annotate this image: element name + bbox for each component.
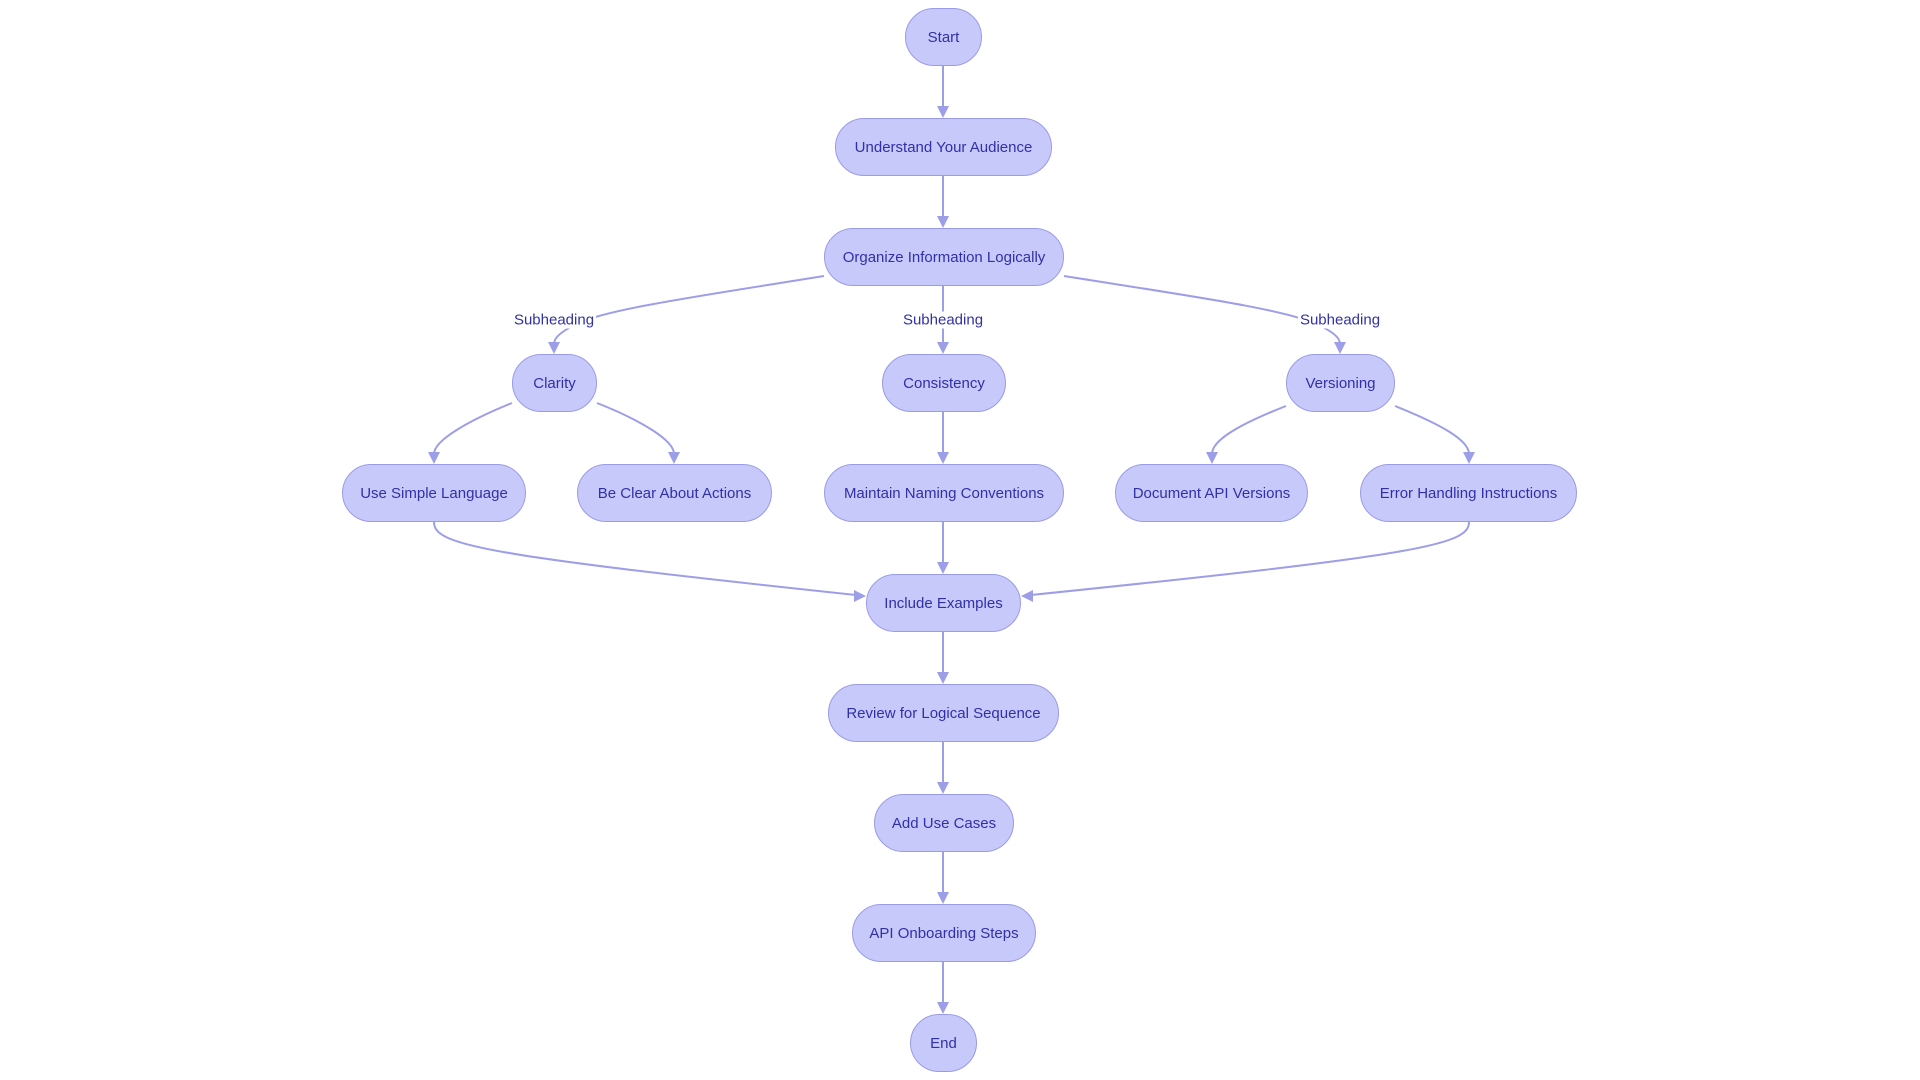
arrowhead-icon xyxy=(937,892,949,904)
edge-clarity-clear xyxy=(596,402,675,455)
flowchart: Start Understand Your Audience Organize In… xyxy=(0,0,1920,1080)
arrowhead-icon xyxy=(1206,452,1218,464)
arrowhead-icon xyxy=(937,782,949,794)
arrowhead-icon xyxy=(548,342,560,354)
arrowhead-icon xyxy=(854,590,866,602)
node-docversions[interactable]: Document API Versions xyxy=(1115,464,1308,522)
node-usecases[interactable]: Add Use Cases xyxy=(874,794,1014,852)
node-organize[interactable]: Organize Information Logically xyxy=(824,228,1064,286)
node-simple[interactable]: Use Simple Language xyxy=(342,464,526,522)
node-clear[interactable]: Be Clear About Actions xyxy=(577,464,772,522)
arrowhead-icon xyxy=(1334,342,1346,354)
arrowhead-icon xyxy=(937,672,949,684)
node-review[interactable]: Review for Logical Sequence xyxy=(828,684,1059,742)
edge-label: Subheading xyxy=(511,311,597,329)
edge-label: Subheading xyxy=(900,311,986,329)
arrowhead-icon xyxy=(937,562,949,574)
edge-simple-examples xyxy=(433,521,857,596)
edge-organize-versioning xyxy=(1063,275,1341,345)
node-end[interactable]: End xyxy=(910,1014,977,1072)
node-clarity[interactable]: Clarity xyxy=(512,354,597,412)
arrowhead-icon xyxy=(937,1002,949,1014)
edge-organize-clarity xyxy=(553,275,825,345)
edge-errors-examples xyxy=(1030,521,1470,596)
arrowhead-icon xyxy=(937,452,949,464)
arrowhead-icon xyxy=(1463,452,1475,464)
arrowhead-icon xyxy=(937,342,949,354)
edge-versioning-docversions xyxy=(1211,405,1287,455)
arrowhead-icon xyxy=(668,452,680,464)
node-start[interactable]: Start xyxy=(905,8,982,66)
edge-clarity-simple xyxy=(433,402,513,455)
node-examples[interactable]: Include Examples xyxy=(866,574,1021,632)
arrowhead-icon xyxy=(937,106,949,118)
node-errors[interactable]: Error Handling Instructions xyxy=(1360,464,1577,522)
arrowhead-icon xyxy=(937,216,949,228)
edge-versioning-errors xyxy=(1394,405,1470,455)
node-naming[interactable]: Maintain Naming Conventions xyxy=(824,464,1064,522)
node-consistency[interactable]: Consistency xyxy=(882,354,1006,412)
node-versioning[interactable]: Versioning xyxy=(1286,354,1395,412)
arrowhead-icon xyxy=(1021,590,1033,602)
arrowhead-icon xyxy=(428,452,440,464)
node-understand[interactable]: Understand Your Audience xyxy=(835,118,1052,176)
node-onboarding[interactable]: API Onboarding Steps xyxy=(852,904,1036,962)
edge-label: Subheading xyxy=(1297,311,1383,329)
